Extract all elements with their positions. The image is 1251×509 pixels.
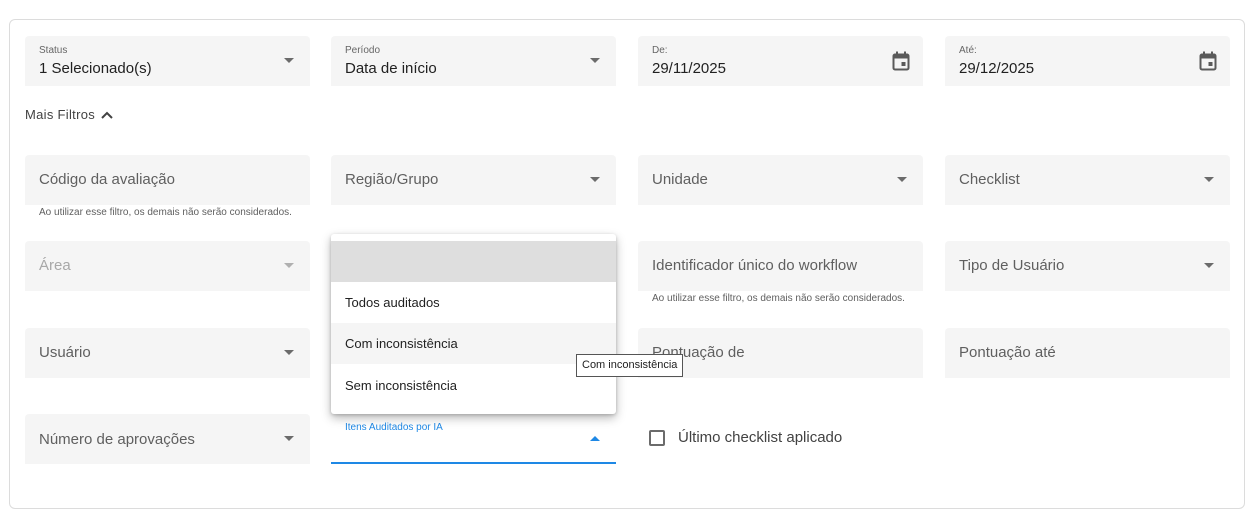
chevron-down-icon	[284, 436, 294, 441]
usuario-select[interactable]: Usuário	[25, 328, 310, 378]
chevron-down-icon	[284, 350, 294, 355]
date-from-label: De:	[652, 45, 668, 56]
chevron-down-icon	[284, 263, 294, 268]
regiao-grupo-placeholder: Região/Grupo	[345, 171, 439, 188]
status-value: 1 Selecionado(s)	[39, 60, 152, 77]
usuario-placeholder: Usuário	[39, 344, 91, 361]
tipo-usuario-select[interactable]: Tipo de Usuário	[945, 241, 1230, 291]
itens-ia-dropdown-menu: Todos auditados Com inconsistência Sem i…	[331, 234, 616, 414]
more-filters-toggle[interactable]: Mais Filtros	[25, 107, 113, 122]
periodo-value: Data de início	[345, 60, 437, 77]
tipo-usuario-placeholder: Tipo de Usuário	[959, 257, 1065, 274]
periodo-select[interactable]: Período Data de início	[331, 36, 616, 86]
menu-option-com-inconsistencia[interactable]: Com inconsistência	[331, 323, 616, 364]
chevron-down-icon	[590, 177, 600, 182]
codigo-avaliacao-input[interactable]: Código da avaliação	[25, 155, 310, 205]
pontuacao-ate-placeholder: Pontuação até	[959, 344, 1056, 361]
tooltip: Com inconsistência	[576, 354, 684, 377]
area-select: Área	[25, 241, 310, 291]
calendar-icon[interactable]	[1199, 51, 1217, 71]
codigo-hint: Ao utilizar esse filtro, os demais não s…	[39, 207, 292, 218]
status-select[interactable]: Status 1 Selecionado(s)	[25, 36, 310, 86]
workflow-hint: Ao utilizar esse filtro, os demais não s…	[652, 293, 905, 304]
unidade-placeholder: Unidade	[652, 171, 708, 188]
status-label: Status	[39, 45, 68, 56]
ultimo-checklist-label: Último checklist aplicado	[678, 429, 843, 446]
date-to-value: 29/12/2025	[959, 60, 1035, 77]
checkbox-box[interactable]	[649, 429, 665, 446]
area-placeholder: Área	[39, 257, 71, 274]
aprovacoes-select[interactable]: Número de aprovações	[25, 414, 310, 464]
checklist-placeholder: Checklist	[959, 171, 1020, 188]
chevron-down-icon	[897, 177, 907, 182]
chevron-up-icon	[590, 436, 600, 441]
chevron-down-icon	[284, 58, 294, 63]
menu-option-empty[interactable]	[331, 241, 616, 282]
checklist-select[interactable]: Checklist	[945, 155, 1230, 205]
periodo-label: Período	[345, 45, 381, 56]
workflow-id-input[interactable]: Identificador único do workflow	[638, 241, 923, 291]
chevron-down-icon	[1204, 263, 1214, 268]
calendar-icon[interactable]	[892, 51, 910, 71]
unidade-select[interactable]: Unidade	[638, 155, 923, 205]
pontuacao-ate-input[interactable]: Pontuação até	[945, 328, 1230, 378]
chevron-down-icon	[590, 58, 600, 63]
date-from-value: 29/11/2025	[652, 60, 726, 77]
itens-auditados-ia-label: Itens Auditados por IA	[345, 422, 443, 433]
more-filters-label: Mais Filtros	[25, 107, 96, 122]
date-to-field[interactable]: Até: 29/12/2025	[945, 36, 1230, 86]
codigo-avaliacao-placeholder: Código da avaliação	[39, 171, 175, 188]
ultimo-checklist-checkbox[interactable]: Último checklist aplicado	[649, 429, 842, 446]
menu-option-todos-auditados[interactable]: Todos auditados	[331, 282, 616, 323]
chevron-up-icon	[101, 111, 113, 119]
menu-option-sem-inconsistencia[interactable]: Sem inconsistência	[331, 365, 616, 406]
regiao-grupo-select[interactable]: Região/Grupo	[331, 155, 616, 205]
aprovacoes-placeholder: Número de aprovações	[39, 431, 195, 448]
workflow-id-placeholder: Identificador único do workflow	[652, 257, 858, 274]
date-from-field[interactable]: De: 29/11/2025	[638, 36, 923, 86]
date-to-label: Até:	[959, 45, 977, 56]
chevron-down-icon	[1204, 177, 1214, 182]
itens-auditados-ia-select[interactable]: Itens Auditados por IA	[331, 414, 616, 464]
